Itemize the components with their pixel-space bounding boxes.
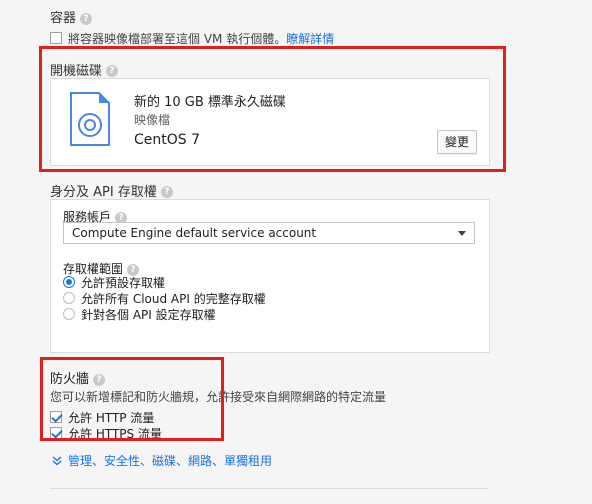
scope-option[interactable]: 允許預設存取權 [63, 274, 266, 290]
divider [50, 488, 488, 489]
identity-header: 身分及 API 存取權? [50, 181, 173, 200]
container-section: 容器? 將容器映像檔部署至這個 VM 執行個體。 瞭解詳情 [50, 7, 334, 46]
learn-more-link[interactable]: 瞭解詳情 [286, 30, 334, 47]
scope-radio[interactable] [63, 292, 75, 304]
scope-option-label: 允許預設存取權 [81, 275, 166, 290]
identity-panel: 服務帳戶? Compute Engine default service acc… [50, 199, 490, 353]
help-icon[interactable]: ? [80, 12, 93, 25]
scope-option[interactable]: 針對各個 API 設定存取權 [63, 306, 266, 322]
more-options-link[interactable]: 管理、安全性、磁碟、網路、單獨租用 [52, 452, 272, 469]
help-icon[interactable]: ? [160, 185, 173, 198]
boot-disk-highlight [39, 46, 506, 172]
expand-chevron-icon [52, 455, 62, 465]
scope-radio[interactable] [63, 276, 75, 288]
scopes-radio-group: 允許預設存取權 允許所有 Cloud API 的完整存取權 針對各個 API 設… [63, 274, 266, 322]
container-checkbox-label: 將容器映像檔部署至這個 VM 執行個體。 [68, 31, 287, 46]
container-option: 將容器映像檔部署至這個 VM 執行個體。 瞭解詳情 [50, 30, 334, 46]
scope-option-label: 針對各個 API 設定存取權 [81, 307, 216, 322]
container-title: 容器 [50, 11, 77, 26]
service-account-select[interactable]: Compute Engine default service account [63, 222, 475, 244]
firewall-highlight [40, 357, 224, 441]
more-options-text: 管理、安全性、磁碟、網路、單獨租用 [68, 454, 273, 468]
container-checkbox[interactable] [50, 32, 62, 44]
service-account-value: Compute Engine default service account [72, 226, 317, 240]
dropdown-arrow-icon [458, 231, 466, 236]
scope-option[interactable]: 允許所有 Cloud API 的完整存取權 [63, 290, 266, 306]
identity-title: 身分及 API 存取權 [50, 185, 157, 200]
scope-option-label: 允許所有 Cloud API 的完整存取權 [81, 291, 266, 306]
scope-radio[interactable] [63, 308, 75, 320]
